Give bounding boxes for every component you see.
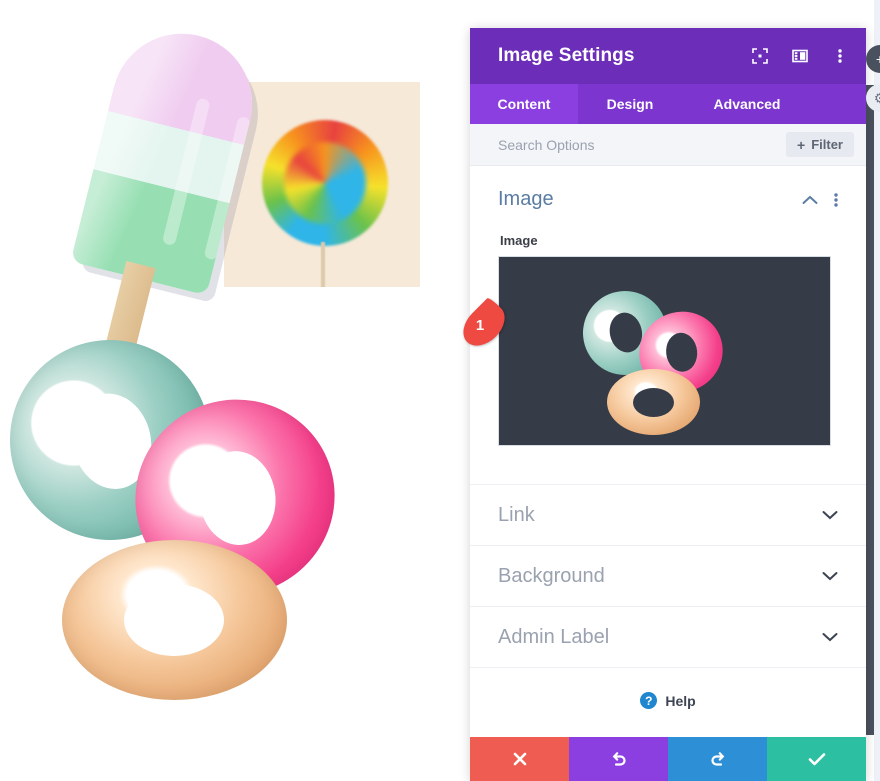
section-background[interactable]: Background [470,545,866,606]
section-admin-label[interactable]: Admin Label [470,606,866,667]
image-settings-panel: Image Settings Content Design Advanced S… [470,28,866,781]
chevron-down-icon[interactable] [822,632,838,642]
section-image-header[interactable]: Image [498,166,838,219]
lollipop-stick [321,242,325,287]
annotation-marker-1: 1 [455,296,513,354]
panel-body: Image Image Link Background Admin Label … [470,166,866,737]
marker-number: 1 [475,316,485,334]
fullscreen-icon[interactable] [750,46,770,66]
tab-content[interactable]: Content [470,84,578,124]
filter-button-label: Filter [811,137,843,152]
layout-panel-icon[interactable] [790,46,810,66]
panel-title: Image Settings [498,45,635,66]
cancel-button[interactable] [470,737,569,781]
section-admin-label-title: Admin Label [498,625,610,648]
popsicle-body [70,18,267,296]
section-background-title: Background [498,564,605,587]
add-module-button[interactable]: + [866,45,880,73]
undo-button[interactable] [569,737,668,781]
panel-header-actions [750,46,850,66]
tab-design[interactable]: Design [578,84,682,124]
image-field-label: Image [500,233,538,248]
section-image-tools [802,192,838,208]
preview-donut-glazed [607,369,700,435]
search-input[interactable] [498,136,787,153]
panel-tabs: Content Design Advanced [470,84,866,124]
page-canvas [0,0,470,781]
section-image-title: Image [498,188,554,210]
chevron-down-icon[interactable] [822,571,838,581]
section-link[interactable]: Link [470,484,866,545]
kebab-menu-icon[interactable] [830,46,850,66]
image-upload-preview[interactable] [498,256,831,446]
screenshot-root: 1 Image Settings Content Design Advanced… [0,0,880,781]
tab-advanced[interactable]: Advanced [682,84,812,124]
plus-icon: + [797,136,806,153]
chevron-up-icon[interactable] [802,195,818,205]
section-image: Image Image [470,166,866,446]
plus-icon: + [876,51,880,67]
help-label: Help [665,692,696,709]
panel-header: Image Settings [470,28,866,84]
builder-right-edge-strip [866,85,874,735]
section-link-title: Link [498,503,535,526]
panel-action-bar [470,737,866,781]
popsicle-groove [203,115,252,261]
search-options-row: + Filter [470,124,866,166]
help-link[interactable]: ? Help [470,667,866,733]
kebab-menu-icon[interactable] [834,192,838,208]
save-button[interactable] [767,737,866,781]
redo-button[interactable] [668,737,767,781]
viewport-right-gutter [874,0,880,781]
help-icon: ? [640,692,658,709]
popsicle-groove [161,97,211,247]
gear-icon: ⚙ [874,90,880,107]
donut-glazed[interactable] [62,540,287,700]
chevron-down-icon[interactable] [822,510,838,520]
filter-button[interactable]: + Filter [786,132,854,157]
